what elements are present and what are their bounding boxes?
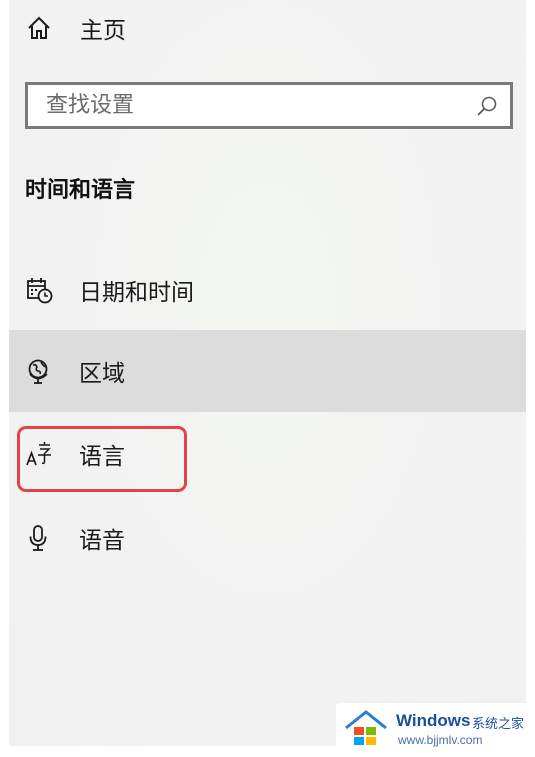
language-highlight-annotation xyxy=(17,426,187,492)
home-label: 主页 xyxy=(80,18,126,44)
section-title: 时间和语言 xyxy=(25,178,136,203)
search-box[interactable] xyxy=(25,82,513,129)
search-input[interactable] xyxy=(46,93,446,118)
site-watermark: Windows 系统之家 www.bjjmlv.com xyxy=(336,703,531,753)
watermark-brand: Windows xyxy=(396,711,471,730)
home-nav-item[interactable]: 主页 xyxy=(26,6,126,50)
calendar-clock-icon xyxy=(27,278,53,304)
settings-page: 主页 时间和语言 日期和时间 xyxy=(0,0,535,757)
nav-label-date-time: 日期和时间 xyxy=(79,280,194,306)
nav-item-region[interactable]: 区域 xyxy=(9,330,526,412)
nav-item-date-time[interactable]: 日期和时间 xyxy=(9,249,526,331)
home-icon xyxy=(28,16,50,39)
globe-region-icon xyxy=(28,359,48,384)
settings-nav-panel: 主页 时间和语言 日期和时间 xyxy=(9,0,526,746)
search-icon[interactable] xyxy=(476,95,498,117)
microphone-icon xyxy=(29,525,47,551)
house-windows-logo-icon xyxy=(345,710,387,745)
nav-item-speech[interactable]: 语音 xyxy=(9,497,526,579)
nav-label-region: 区域 xyxy=(79,361,125,387)
watermark-url: www.bjjmlv.com xyxy=(398,733,483,747)
watermark-brand-cn: 系统之家 xyxy=(472,717,525,732)
nav-label-speech: 语音 xyxy=(79,528,125,554)
